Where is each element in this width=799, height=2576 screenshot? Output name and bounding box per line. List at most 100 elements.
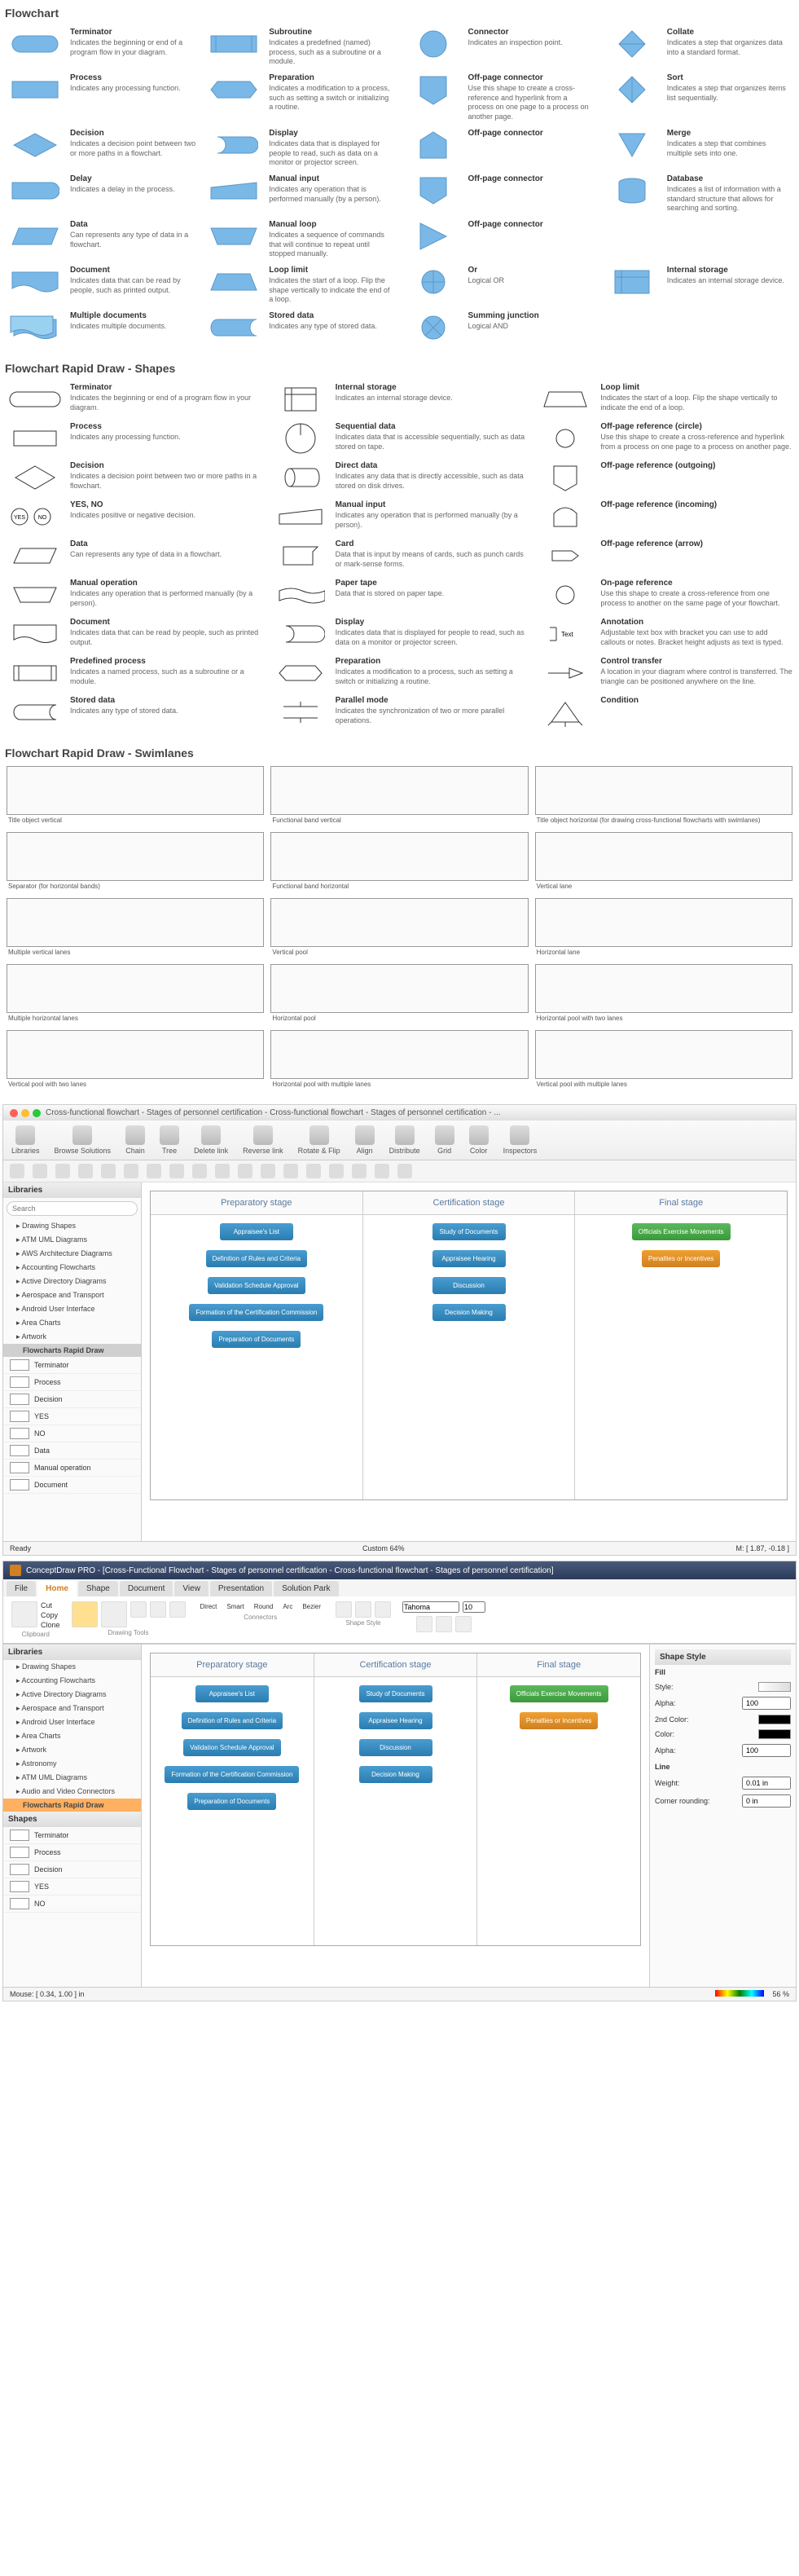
subtool-button[interactable] bbox=[101, 1164, 116, 1178]
flow-node[interactable]: Appraisee's List bbox=[195, 1685, 269, 1702]
tree-item[interactable]: ▸ AWS Architecture Diagrams bbox=[3, 1247, 141, 1261]
toolbar-chain[interactable]: Chain bbox=[125, 1125, 145, 1155]
shape-row[interactable]: YES bbox=[3, 1878, 141, 1896]
flow-node[interactable]: Officials Exercise Movements bbox=[510, 1685, 608, 1702]
ribbon-tab-view[interactable]: View bbox=[174, 1581, 209, 1596]
direct-button[interactable]: Direct bbox=[197, 1601, 221, 1612]
copy-button[interactable]: Copy bbox=[41, 1611, 60, 1619]
shape-row[interactable]: NO bbox=[3, 1425, 141, 1442]
toolbar-libraries[interactable]: Libraries bbox=[11, 1125, 40, 1155]
ribbon-tab-home[interactable]: Home bbox=[37, 1581, 77, 1596]
tree-item[interactable]: ▸ ATM UML Diagrams bbox=[3, 1771, 141, 1785]
toolbar-inspectors[interactable]: Inspectors bbox=[503, 1125, 538, 1155]
flow-node[interactable]: Discussion bbox=[432, 1277, 506, 1294]
shape-row[interactable]: Decision bbox=[3, 1861, 141, 1878]
bezier-button[interactable]: Bezier bbox=[299, 1601, 324, 1612]
tree-item[interactable]: ▸ Android User Interface bbox=[3, 1715, 141, 1729]
toolbar-grid[interactable]: Grid bbox=[435, 1125, 454, 1155]
flow-node[interactable]: Decision Making bbox=[359, 1766, 432, 1783]
toolbar-rotate---flip[interactable]: Rotate & Flip bbox=[298, 1125, 340, 1155]
italic-button[interactable] bbox=[436, 1616, 452, 1632]
smart-button[interactable]: Smart bbox=[223, 1601, 247, 1612]
shape-style-button[interactable] bbox=[336, 1601, 352, 1618]
tool-button[interactable] bbox=[130, 1601, 147, 1618]
shape-row[interactable]: Data bbox=[3, 1442, 141, 1460]
weight-input[interactable] bbox=[742, 1777, 791, 1790]
fontsize-input[interactable] bbox=[463, 1601, 485, 1613]
toolbar-color[interactable]: Color bbox=[469, 1125, 489, 1155]
subtool-button[interactable] bbox=[306, 1164, 321, 1178]
color2-swatch[interactable] bbox=[758, 1715, 791, 1724]
subtool-button[interactable] bbox=[33, 1164, 47, 1178]
tree-item[interactable]: ▸ Accounting Flowcharts bbox=[3, 1261, 141, 1275]
subtool-button[interactable] bbox=[375, 1164, 389, 1178]
flow-node[interactable]: Validation Schedule Approval bbox=[208, 1277, 305, 1294]
flow-node[interactable]: Formation of the Certification Commissio… bbox=[189, 1304, 323, 1321]
tree-item[interactable]: ▸ ATM UML Diagrams bbox=[3, 1233, 141, 1247]
tree-item-selected[interactable]: Flowcharts Rapid Draw bbox=[3, 1344, 141, 1357]
shape-row[interactable]: Manual operation bbox=[3, 1460, 141, 1477]
ribbon-tab-document[interactable]: Document bbox=[120, 1581, 173, 1596]
tree-item[interactable]: ▸ Artwork bbox=[3, 1743, 141, 1757]
tree-item[interactable]: ▸ Drawing Shapes bbox=[3, 1219, 141, 1233]
round-button[interactable]: Round bbox=[251, 1601, 277, 1612]
subtool-button[interactable] bbox=[10, 1164, 24, 1178]
flow-node[interactable]: Officials Exercise Movements bbox=[632, 1223, 731, 1240]
arc-button[interactable]: Arc bbox=[279, 1601, 296, 1612]
flow-node[interactable]: Decision Making bbox=[432, 1304, 506, 1321]
flow-node[interactable]: Formation of the Certification Commissio… bbox=[165, 1766, 299, 1783]
subtool-button[interactable] bbox=[397, 1164, 412, 1178]
shape-row[interactable]: Terminator bbox=[3, 1827, 141, 1844]
select-button[interactable] bbox=[72, 1601, 98, 1627]
flow-node[interactable]: Validation Schedule Approval bbox=[183, 1739, 280, 1756]
tree-item-selected[interactable]: Flowcharts Rapid Draw bbox=[3, 1799, 141, 1812]
minimize-icon[interactable] bbox=[21, 1109, 29, 1117]
flow-node[interactable]: Study of Documents bbox=[359, 1685, 432, 1702]
tree-item[interactable]: ▸ Aerospace and Transport bbox=[3, 1702, 141, 1715]
ribbon-tab-shape[interactable]: Shape bbox=[78, 1581, 118, 1596]
subtool-button[interactable] bbox=[147, 1164, 161, 1178]
color-swatch[interactable] bbox=[758, 1729, 791, 1739]
ribbon-tab-presentation[interactable]: Presentation bbox=[210, 1581, 272, 1596]
underline-button[interactable] bbox=[455, 1616, 472, 1632]
tree-item[interactable]: ▸ Area Charts bbox=[3, 1729, 141, 1743]
color-bar[interactable] bbox=[715, 1990, 764, 1997]
shape-row[interactable]: YES bbox=[3, 1408, 141, 1425]
flow-node[interactable]: Preparation of Documents bbox=[212, 1331, 301, 1348]
shape-row[interactable]: Document bbox=[3, 1477, 141, 1494]
flow-node[interactable]: Study of Documents bbox=[432, 1223, 506, 1240]
status-zoom[interactable]: 56 % bbox=[772, 1990, 789, 1998]
shape-row[interactable]: Process bbox=[3, 1844, 141, 1861]
toolbar-distribute[interactable]: Distribute bbox=[389, 1125, 420, 1155]
tool-button[interactable] bbox=[150, 1601, 166, 1618]
bold-button[interactable] bbox=[416, 1616, 432, 1632]
flow-node[interactable]: Definition of Rules and Criteria bbox=[206, 1250, 308, 1267]
search-input[interactable] bbox=[7, 1201, 138, 1216]
shape-row[interactable]: Terminator bbox=[3, 1357, 141, 1374]
zoom-icon[interactable] bbox=[33, 1109, 41, 1117]
subtool-button[interactable] bbox=[329, 1164, 344, 1178]
cut-button[interactable]: Cut bbox=[41, 1601, 60, 1609]
toolbar-tree[interactable]: Tree bbox=[160, 1125, 179, 1155]
tree-item[interactable]: ▸ Active Directory Diagrams bbox=[3, 1688, 141, 1702]
close-icon[interactable] bbox=[10, 1109, 18, 1117]
tree-item[interactable]: ▸ Accounting Flowcharts bbox=[3, 1674, 141, 1688]
tree-item[interactable]: ▸ Android User Interface bbox=[3, 1302, 141, 1316]
alpha2-input[interactable] bbox=[742, 1744, 791, 1757]
textbox-button[interactable] bbox=[101, 1601, 127, 1627]
mac-canvas[interactable]: Preparatory stageAppraisee's ListDefinit… bbox=[142, 1182, 796, 1541]
subtool-button[interactable] bbox=[352, 1164, 367, 1178]
subtool-button[interactable] bbox=[169, 1164, 184, 1178]
tree-item[interactable]: ▸ Active Directory Diagrams bbox=[3, 1275, 141, 1288]
flow-node[interactable]: Appraisee Hearing bbox=[359, 1712, 432, 1729]
tree-item[interactable]: ▸ Audio and Video Connectors bbox=[3, 1785, 141, 1799]
status-zoom[interactable]: Custom 64% bbox=[362, 1544, 405, 1552]
subtool-button[interactable] bbox=[78, 1164, 93, 1178]
win-canvas[interactable]: Preparatory stageAppraisee's ListDefinit… bbox=[142, 1645, 649, 1987]
flow-node[interactable]: Penalties or Incentives bbox=[520, 1712, 599, 1729]
shape-row[interactable]: Decision bbox=[3, 1391, 141, 1408]
tree-item[interactable]: ▸ Area Charts bbox=[3, 1316, 141, 1330]
paste-button[interactable] bbox=[11, 1601, 37, 1627]
alpha-input[interactable] bbox=[742, 1697, 791, 1710]
shape-style-button[interactable] bbox=[355, 1601, 371, 1618]
